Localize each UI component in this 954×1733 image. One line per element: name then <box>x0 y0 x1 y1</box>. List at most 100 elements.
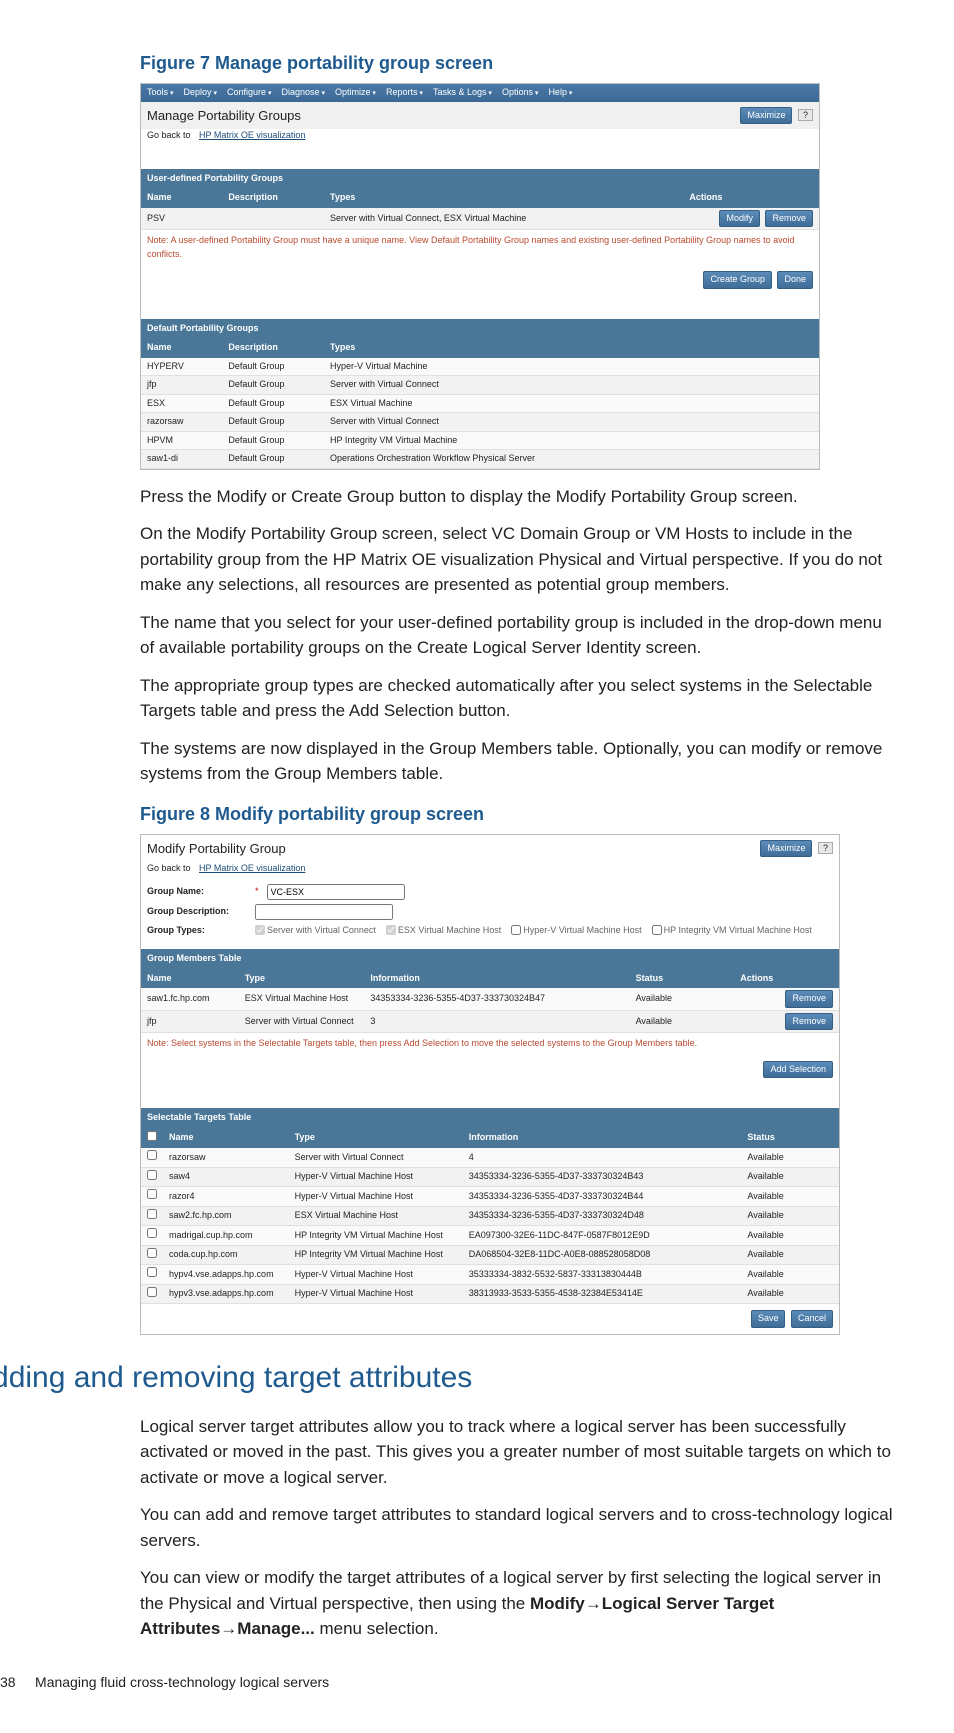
section-heading: Adding and removing target attributes <box>0 1355 898 1400</box>
row-checkbox[interactable] <box>147 1189 157 1199</box>
maximize-button[interactable]: Maximize <box>740 107 792 125</box>
menu-reports[interactable]: Reports <box>386 86 423 100</box>
default-groups-header: Default Portability Groups <box>141 319 819 339</box>
menu-tasks-logs[interactable]: Tasks & Logs <box>433 86 492 100</box>
table-row: PSV Server with Virtual Connect, ESX Vir… <box>141 208 819 230</box>
table-row: saw2.fc.hp.com ESX Virtual Machine Host … <box>141 1206 839 1226</box>
paragraph: On the Modify Portability Group screen, … <box>140 521 898 598</box>
col-status: Status <box>741 1128 839 1149</box>
col-type: Type <box>239 969 365 989</box>
go-back-link[interactable]: HP Matrix OE visualization <box>193 862 311 882</box>
cell-name: saw2.fc.hp.com <box>163 1206 289 1226</box>
help-button[interactable]: ? <box>798 109 813 121</box>
cell-types: Server with Virtual Connect, ESX Virtual… <box>324 208 683 230</box>
group-type-checkbox[interactable]: HP Integrity VM Virtual Machine Host <box>652 924 812 938</box>
table-row: razorsaw Server with Virtual Connect 4 A… <box>141 1148 839 1167</box>
done-button[interactable]: Done <box>777 271 813 289</box>
selectable-targets-table: Name Type Information Status razorsaw Se… <box>141 1128 839 1305</box>
page-title: Modify Portability Group <box>147 839 286 859</box>
select-all-checkbox[interactable] <box>147 1131 157 1141</box>
col-status: Status <box>630 969 735 989</box>
group-name-label: Group Name: <box>147 885 247 899</box>
menu-options[interactable]: Options <box>502 86 539 100</box>
cell-info: 34353334-3236-5355-4D37-333730324D48 <box>463 1206 742 1226</box>
menu-configure[interactable]: Configure <box>227 86 272 100</box>
selectable-targets-header: Selectable Targets Table <box>141 1108 839 1128</box>
col-name: Name <box>141 969 239 989</box>
table-row: madrigal.cup.hp.com HP Integrity VM Virt… <box>141 1226 839 1246</box>
go-back-prefix: Go back to <box>141 863 193 873</box>
cell-desc: Default Group <box>222 376 324 395</box>
cell-name: hypv4.vse.adapps.hp.com <box>163 1265 289 1285</box>
row-checkbox[interactable] <box>147 1228 157 1238</box>
group-type-checkbox[interactable]: ESX Virtual Machine Host <box>386 924 501 938</box>
cancel-button[interactable]: Cancel <box>791 1310 833 1328</box>
cell-desc: Default Group <box>222 358 324 376</box>
cell-status: Available <box>741 1187 839 1207</box>
modify-button[interactable]: Modify <box>719 210 760 228</box>
maximize-button[interactable]: Maximize <box>760 840 812 858</box>
col-type: Type <box>289 1128 463 1149</box>
cell-status: Available <box>741 1265 839 1285</box>
table-row: hypv4.vse.adapps.hp.com Hyper-V Virtual … <box>141 1265 839 1285</box>
cell-desc: Default Group <box>222 450 324 469</box>
cell-desc: Default Group <box>222 413 324 432</box>
row-checkbox[interactable] <box>147 1150 157 1160</box>
cell-name: jfp <box>141 1010 239 1033</box>
group-desc-input[interactable] <box>255 904 393 920</box>
cell-status: Available <box>741 1206 839 1226</box>
remove-button[interactable]: Remove <box>785 990 833 1008</box>
col-types: Types <box>324 338 819 358</box>
section-body: Logical server target attributes allow y… <box>140 1414 898 1642</box>
cell-name: HPVM <box>141 431 222 450</box>
col-actions: Actions <box>683 188 819 208</box>
row-checkbox[interactable] <box>147 1170 157 1180</box>
row-checkbox[interactable] <box>147 1209 157 1219</box>
paragraph: The appropriate group types are checked … <box>140 673 898 724</box>
col-name: Name <box>141 338 222 358</box>
group-name-input[interactable] <box>267 884 405 900</box>
group-type-checkbox[interactable]: Server with Virtual Connect <box>255 924 376 938</box>
row-checkbox[interactable] <box>147 1248 157 1258</box>
cell-name: PSV <box>141 208 222 230</box>
cell-status: Available <box>741 1284 839 1304</box>
cell-type: Server with Virtual Connect <box>239 1010 365 1033</box>
menu-help[interactable]: Help <box>548 86 572 100</box>
remove-button[interactable]: Remove <box>785 1013 833 1031</box>
col-types: Types <box>324 188 683 208</box>
menu-tools[interactable]: Tools <box>147 86 173 100</box>
cell-name: hypv3.vse.adapps.hp.com <box>163 1284 289 1304</box>
table-row: HPVM Default Group HP Integrity VM Virtu… <box>141 431 819 450</box>
cell-name: saw1.fc.hp.com <box>141 988 239 1010</box>
menu-diagnose[interactable]: Diagnose <box>281 86 325 100</box>
cell-name: coda.cup.hp.com <box>163 1245 289 1265</box>
group-type-checkbox[interactable]: Hyper-V Virtual Machine Host <box>511 924 641 938</box>
cell-name: razor4 <box>163 1187 289 1207</box>
help-button[interactable]: ? <box>818 842 833 854</box>
remove-button[interactable]: Remove <box>765 210 813 228</box>
figure7-caption: Figure 7 Manage portability group screen <box>140 50 898 77</box>
cell-desc: Default Group <box>222 431 324 450</box>
cell-status: Available <box>741 1148 839 1167</box>
table-row: razor4 Hyper-V Virtual Machine Host 3435… <box>141 1187 839 1207</box>
go-back-link[interactable]: HP Matrix OE visualization <box>193 129 311 149</box>
add-selection-button[interactable]: Add Selection <box>763 1061 833 1079</box>
figure8-screenshot: Modify Portability Group Maximize ? Go b… <box>140 834 840 1335</box>
cell-name: razorsaw <box>163 1148 289 1167</box>
save-button[interactable]: Save <box>751 1310 786 1328</box>
row-checkbox[interactable] <box>147 1267 157 1277</box>
cell-types: Server with Virtual Connect <box>324 376 819 395</box>
row-checkbox[interactable] <box>147 1287 157 1297</box>
cell-type: Hyper-V Virtual Machine Host <box>289 1265 463 1285</box>
col-actions: Actions <box>734 969 839 989</box>
cell-types: HP Integrity VM Virtual Machine <box>324 431 819 450</box>
cell-desc <box>222 208 324 230</box>
cell-name: ESX <box>141 394 222 413</box>
cell-info: 34353334-3236-5355-4D37-333730324B43 <box>463 1167 742 1187</box>
menu-deploy[interactable]: Deploy <box>183 86 216 100</box>
page-footer: 38 Managing fluid cross-technology logic… <box>0 1672 898 1693</box>
user-defined-groups-table: Name Description Types Actions PSV Serve… <box>141 188 819 230</box>
menu-optimize[interactable]: Optimize <box>335 86 376 100</box>
table-row: saw4 Hyper-V Virtual Machine Host 343533… <box>141 1167 839 1187</box>
create-group-button[interactable]: Create Group <box>703 271 772 289</box>
